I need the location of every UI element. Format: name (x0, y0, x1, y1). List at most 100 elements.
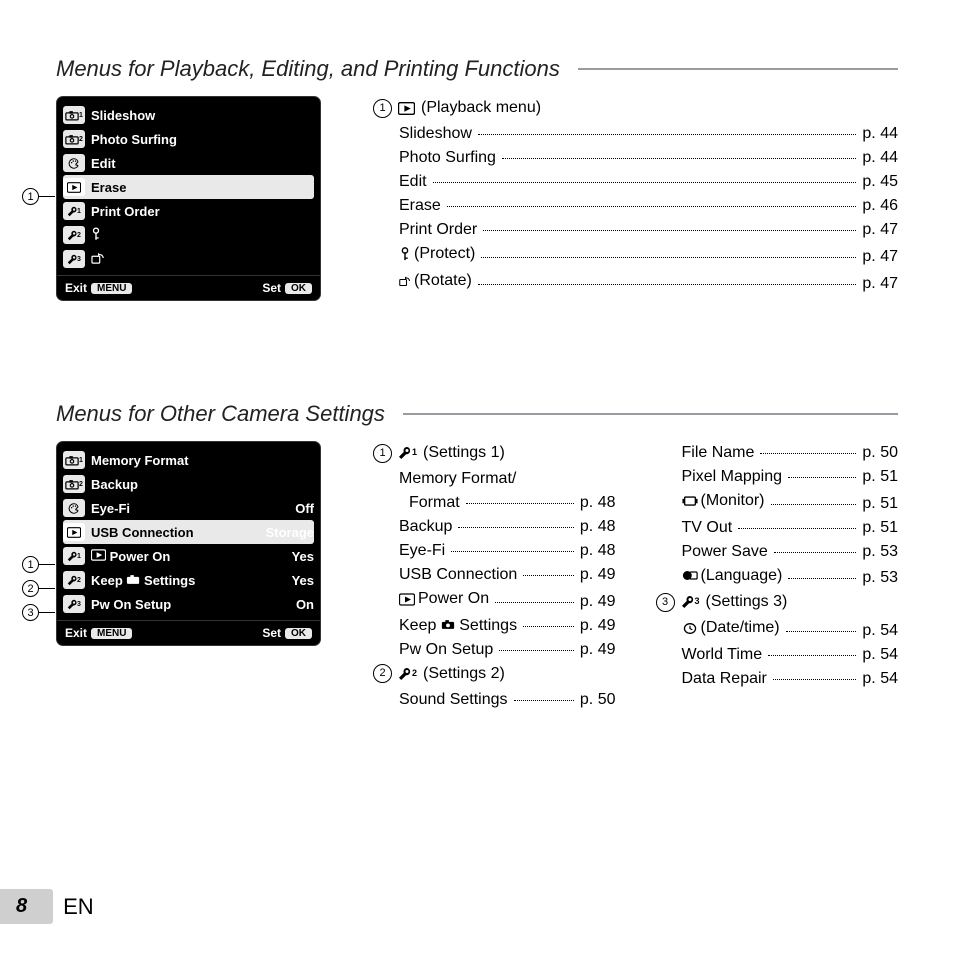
menu-item-value: Off (295, 501, 314, 516)
index-label: Slideshow (399, 122, 472, 146)
index-page: p. 51 (862, 492, 898, 516)
index-page: p. 48 (580, 491, 616, 515)
set-label[interactable]: Set OK (256, 626, 318, 640)
index-page: p. 49 (580, 638, 616, 662)
wrench-icon: 1 (398, 446, 417, 460)
menu-row[interactable]: Eye-Fi Off (63, 496, 314, 520)
index-head: 3 3 (Settings 3) (656, 590, 899, 614)
heading-text: Menus for Playback, Editing, and Printin… (56, 56, 560, 82)
menu-row[interactable]: USB Connection Storage (63, 520, 314, 544)
callout-number: 1 (373, 99, 392, 118)
menu-item-label: Power On (91, 549, 286, 564)
exit-label[interactable]: Exit MENU (59, 281, 138, 295)
camera-icon (441, 619, 455, 630)
menu-row[interactable]: Edit (63, 151, 314, 175)
menu-row[interactable]: 2 (63, 223, 314, 247)
callout-number: 2 (373, 664, 392, 683)
index-page: p. 54 (862, 643, 898, 667)
tab-icon: 1 (63, 202, 85, 220)
set-label[interactable]: Set OK (256, 281, 318, 295)
index-head: 1 (Playback menu) (373, 96, 898, 120)
index-page: p. 54 (862, 619, 898, 643)
index-page: p. 53 (862, 540, 898, 564)
tab-icon (63, 154, 85, 172)
index-label: Format (409, 491, 460, 515)
index-row: Pixel Mapping p. 51 (656, 465, 899, 489)
menu-row[interactable]: Erase (63, 175, 314, 199)
index-head-label: (Settings 1) (423, 441, 505, 465)
index-label: Data Repair (682, 667, 767, 691)
index-label: Power Save (682, 540, 768, 564)
index-label: Backup (399, 515, 452, 539)
menu-row[interactable]: 1 Power On Yes (63, 544, 314, 568)
ok-button-icon: OK (285, 628, 312, 639)
index-page: p. 44 (862, 146, 898, 170)
lcd-playback-menu: 1 Slideshow 2 Photo Surfing Edit Erase 1… (56, 96, 321, 301)
index-label: (Monitor) (701, 489, 765, 513)
index-row: Keep Settings p. 49 (373, 614, 616, 638)
index-label: File Name (682, 441, 755, 465)
tab-icon: 3 (63, 250, 85, 268)
index-page: p. 44 (862, 122, 898, 146)
rotate-icon (91, 252, 105, 264)
index-page: p. 50 (580, 688, 616, 712)
menu-button-icon: MENU (91, 628, 132, 639)
manual-page: Menus for Playback, Editing, and Printin… (0, 0, 954, 954)
index-row: TV Out p. 51 (656, 516, 899, 540)
heading-text: Menus for Other Camera Settings (56, 401, 385, 427)
menu-item-label: USB Connection (91, 525, 260, 540)
menu-row[interactable]: 1 Memory Format (63, 448, 314, 472)
tab-icon: 1 (63, 451, 85, 469)
lcd-footer: Exit MENU Set OK (57, 620, 320, 645)
exit-label[interactable]: Exit MENU (59, 626, 138, 640)
menu-row[interactable]: 2 Keep Settings Yes (63, 568, 314, 592)
index-head-label: (Settings 2) (423, 662, 505, 686)
menu-item-label: Eye-Fi (91, 501, 289, 516)
menu-row[interactable]: 3 Pw On Setup On (63, 592, 314, 616)
index-page: p. 47 (862, 245, 898, 269)
tab-icon (63, 178, 85, 196)
heading-rule (403, 413, 898, 415)
index-page: p. 47 (862, 218, 898, 242)
index-row: Erase p. 46 (373, 194, 898, 218)
callout-number: 3 (656, 593, 675, 612)
lcd-settings-menu: 1 Memory Format 2 Backup Eye-Fi Off USB … (56, 441, 321, 646)
menu-item-value: Yes (292, 573, 314, 588)
index-page: p. 53 (862, 566, 898, 590)
index-row: Slideshow p. 44 (373, 122, 898, 146)
lcd-footer: Exit MENU Set OK (57, 275, 320, 300)
index-label: Memory Format/ (399, 467, 516, 491)
play-icon (91, 549, 106, 561)
menu-row[interactable]: 1 Print Order (63, 199, 314, 223)
index-page: p. 48 (580, 515, 616, 539)
menu-button-icon: MENU (91, 283, 132, 294)
play-icon (399, 593, 415, 606)
index-row: Backup p. 48 (373, 515, 616, 539)
index-page: p. 45 (862, 170, 898, 194)
callout-3: 3 (22, 604, 55, 621)
callout-1: 1 (22, 188, 55, 205)
index-row: Print Order p. 47 (373, 218, 898, 242)
index-row: Data Repair p. 54 (656, 667, 899, 691)
index-row: Eye-Fi p. 48 (373, 539, 616, 563)
page-footer: 8 EN (0, 889, 94, 924)
callout-2: 2 (22, 580, 55, 597)
index-row: Pw On Setup p. 49 (373, 638, 616, 662)
menu-item-value: Storage (266, 525, 314, 540)
index-row: Format p. 48 (373, 491, 616, 515)
menu-row[interactable]: 1 Slideshow (63, 103, 314, 127)
menu-row[interactable]: 2 Backup (63, 472, 314, 496)
page-number: 8 (16, 895, 27, 917)
callout-1: 1 (22, 556, 55, 573)
index-page: p. 54 (862, 667, 898, 691)
wrench-icon: 2 (398, 667, 417, 681)
rotate-icon (399, 274, 411, 288)
index-label: Sound Settings (399, 688, 508, 712)
language-code: EN (63, 894, 94, 920)
index-row: Edit p. 45 (373, 170, 898, 194)
menu-row[interactable]: 2 Photo Surfing (63, 127, 314, 151)
menu-item-label: Erase (91, 180, 314, 195)
menu-row[interactable]: 3 (63, 247, 314, 271)
index-label: Print Order (399, 218, 477, 242)
index-column: File Name p. 50 Pixel Mapping p. 51 (Mon… (656, 441, 899, 712)
